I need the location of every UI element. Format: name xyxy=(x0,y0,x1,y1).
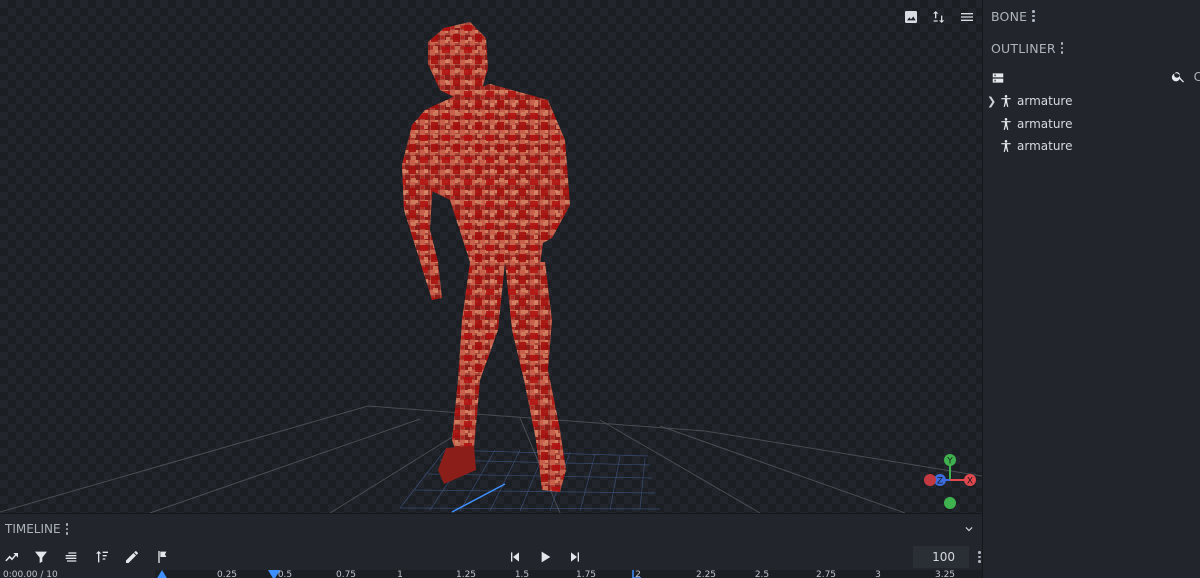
outliner-item[interactable]: ❯ armature xyxy=(983,90,1200,113)
timeline-menu-icon[interactable] xyxy=(65,523,69,535)
gizmo-neg-y-axis xyxy=(944,497,956,509)
menu-icon[interactable] xyxy=(956,6,978,28)
playhead-start-marker[interactable] xyxy=(156,570,168,578)
flag-icon[interactable] xyxy=(153,547,173,567)
armature-icon xyxy=(999,139,1013,153)
ground-grid xyxy=(0,405,982,513)
filter-icon[interactable] xyxy=(31,547,51,567)
svg-text:Z: Z xyxy=(937,477,943,487)
ruler-tick: 1.5 xyxy=(514,570,530,578)
swap-vertical-icon[interactable] xyxy=(928,6,950,28)
skip-forward-icon[interactable] xyxy=(565,547,585,567)
ruler-tick: 0.25 xyxy=(216,570,238,578)
inner-grid xyxy=(399,449,661,512)
ruler-tick: 2.25 xyxy=(695,570,717,578)
viewport-toolbar xyxy=(900,6,978,28)
armature-icon xyxy=(999,117,1013,131)
outliner-panel-title: OUTLINER xyxy=(991,40,1056,56)
sort-icon[interactable] xyxy=(92,547,112,567)
skip-back-icon[interactable] xyxy=(505,547,525,567)
outliner-toolbar: C xyxy=(983,64,1200,90)
chevron-down-icon[interactable] xyxy=(962,522,976,536)
3d-viewport[interactable]: Y X Z xyxy=(0,0,982,513)
frame-count-input[interactable] xyxy=(913,546,969,568)
keyframe-marker[interactable] xyxy=(632,570,642,578)
svg-text:Y: Y xyxy=(946,457,953,467)
app-window: Y X Z BONE OUTLINER C ❯ armature armatur… xyxy=(0,0,1200,578)
timeline-toolbar xyxy=(0,544,982,570)
timeline-ruler[interactable]: 0:00.00 / 10 0.25 0.5 0.75 1 1.25 1.5 1.… xyxy=(0,570,982,578)
outliner-panel-header: OUTLINER xyxy=(983,32,1200,64)
armature-icon xyxy=(999,94,1013,108)
axis-gizmo[interactable]: Y X Z xyxy=(918,448,982,512)
side-panel: BONE OUTLINER C ❯ armature armature arma… xyxy=(982,0,1200,578)
outliner-item-label: armature xyxy=(1017,116,1073,131)
ruler-tick: 1.25 xyxy=(455,570,477,578)
outliner-tree: ❯ armature armature armature xyxy=(983,90,1200,158)
time-readout: 0:00.00 / 10 xyxy=(3,570,58,578)
chevron-right-icon[interactable]: ❯ xyxy=(983,95,997,108)
graph-icon[interactable] xyxy=(2,547,22,567)
play-icon[interactable] xyxy=(535,547,555,567)
list-icon[interactable] xyxy=(61,547,81,567)
bone-panel-menu-icon[interactable] xyxy=(1032,10,1035,22)
svg-text:X: X xyxy=(967,477,973,487)
timeline-panel: TIMELINE 100 0:00.00 / 10 0.25 0.5 0.75 … xyxy=(0,513,982,578)
pencil-icon[interactable] xyxy=(122,547,142,567)
timeline-more-icon[interactable] xyxy=(978,551,981,563)
outliner-item-label: armature xyxy=(1017,139,1073,154)
ruler-tick: 3.25 xyxy=(934,570,956,578)
ruler-tick: 1 xyxy=(397,570,403,578)
zombie-model xyxy=(402,22,570,492)
timeline-title: TIMELINE xyxy=(5,522,61,536)
ruler-tick: 1.75 xyxy=(575,570,597,578)
image-icon[interactable] xyxy=(900,6,922,28)
timeline-header: TIMELINE xyxy=(0,514,982,544)
server-icon[interactable] xyxy=(991,70,1005,84)
scene-render xyxy=(0,22,982,513)
ruler-tick: 2.75 xyxy=(815,570,837,578)
outliner-item[interactable]: armature xyxy=(983,135,1200,158)
ruler-tick: 0.75 xyxy=(335,570,357,578)
outliner-panel-menu-icon[interactable] xyxy=(1060,42,1064,54)
ruler-tick: 2.5 xyxy=(754,570,770,578)
bone-panel-title: BONE xyxy=(991,8,1028,24)
ruler-tick: 3 xyxy=(875,570,881,578)
outliner-item-label: armature xyxy=(1017,94,1073,109)
bone-panel-header: BONE xyxy=(983,0,1200,32)
search-icon[interactable] xyxy=(1171,69,1186,88)
outliner-overflow-text: C xyxy=(1193,70,1200,84)
gizmo-neg-x-axis xyxy=(924,474,936,486)
playhead-marker[interactable] xyxy=(268,570,280,578)
outliner-item[interactable]: armature xyxy=(983,113,1200,136)
